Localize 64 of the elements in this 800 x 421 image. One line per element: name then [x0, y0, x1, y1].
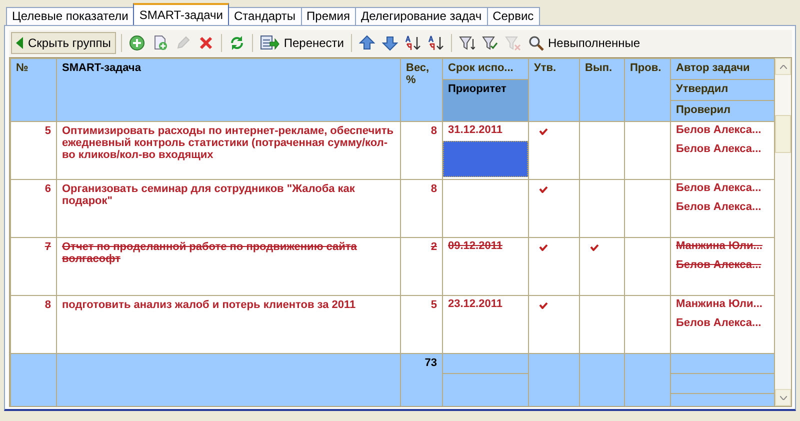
hide-groups-button[interactable]: Скрыть группы: [11, 32, 116, 54]
task-text: Отчет по проделанной работе по продвижению сайта волгасофт: [61, 240, 358, 267]
tab[interactable]: Сервис: [486, 7, 540, 25]
row-number: 5: [44, 124, 52, 139]
deadline-date: 31.12.2011: [447, 123, 504, 138]
column-header[interactable]: Приоритет: [442, 80, 528, 122]
search-button[interactable]: Невыполненные: [526, 32, 642, 54]
approver-name: Белов Алекса...: [675, 200, 762, 215]
up-arrow-icon: [359, 35, 375, 51]
author-name: Белов Алекса...: [675, 181, 762, 196]
plus-circle-icon: [128, 35, 145, 51]
row-number: 7: [44, 240, 52, 255]
approver-name: Белов Алекса...: [675, 258, 762, 273]
author-name: Манжина Юли...: [675, 239, 764, 254]
filter-check-icon: [482, 35, 498, 51]
column-header[interactable]: SMART-задача: [56, 58, 400, 122]
deadline-date: 23.12.2011: [447, 297, 504, 312]
move-button[interactable]: Перенести: [258, 32, 346, 54]
weight-value: 5: [430, 298, 438, 313]
filter-clear-icon: [505, 35, 521, 51]
sort-ascending-icon: [405, 35, 421, 51]
deadline-date: 09.12.2011: [447, 239, 504, 254]
weight-value: 2: [430, 240, 438, 255]
filter-icon: [459, 35, 475, 51]
left-triangle-icon: [16, 37, 24, 49]
approver-name: Белов Алекса...: [675, 142, 762, 157]
task-text: подготовить анализ жалоб и потерь клиентов за 2011: [61, 298, 357, 313]
weight-value: 8: [430, 124, 438, 139]
author-name: Белов Алекса...: [675, 123, 762, 138]
column-header[interactable]: Вес, %: [400, 58, 442, 122]
vertical-scrollbar[interactable]: [775, 58, 791, 406]
author-name: Манжина Юли...: [675, 297, 764, 312]
pencil-icon: [174, 35, 191, 51]
table-arrow-icon: [260, 35, 280, 51]
selected-priority-cell[interactable]: [443, 141, 528, 177]
scroll-up-icon: [780, 64, 786, 68]
cross-icon: [198, 35, 214, 51]
down-arrow-icon: [382, 35, 398, 51]
column-header[interactable]: Проверил: [670, 100, 774, 122]
column-header[interactable]: Срок испо...: [442, 58, 528, 80]
task-text: Организовать семинар для сотрудников "Жалоба как подарок": [61, 182, 356, 209]
scroll-thumb[interactable]: [775, 115, 791, 153]
column-header[interactable]: Автор задачи: [670, 58, 774, 80]
tab[interactable]: Стандарты: [228, 7, 302, 25]
column-header[interactable]: №: [10, 58, 56, 122]
weight-value: 8: [430, 182, 438, 197]
total-weight: 73: [424, 356, 438, 371]
row-number: 6: [44, 182, 52, 197]
scroll-down-icon: [780, 396, 786, 400]
row-number: 8: [44, 298, 52, 313]
task-text: Оптимизировать расходы по интернет-рекламе, обеспечить ежедневный контроль статистики (потраченная сумму/кол-во кликов/кол-во входящих: [61, 124, 395, 163]
column-header[interactable]: Утв.: [528, 58, 580, 122]
tab[interactable]: SMART-задачи: [133, 3, 229, 25]
approver-name: Белов Алекса...: [675, 316, 762, 331]
document-plus-icon: [152, 35, 168, 51]
search-icon: [528, 35, 544, 51]
column-header[interactable]: Вып.: [580, 58, 624, 122]
refresh-icon: [228, 35, 245, 51]
tab[interactable]: Целевые показатели: [6, 7, 134, 25]
column-header[interactable]: Пров.: [624, 58, 670, 122]
sort-descending-icon: [428, 35, 444, 51]
tab[interactable]: Делегирование задач: [354, 7, 488, 25]
tab[interactable]: Премия: [300, 7, 356, 25]
column-header[interactable]: Утвердил: [670, 80, 774, 100]
